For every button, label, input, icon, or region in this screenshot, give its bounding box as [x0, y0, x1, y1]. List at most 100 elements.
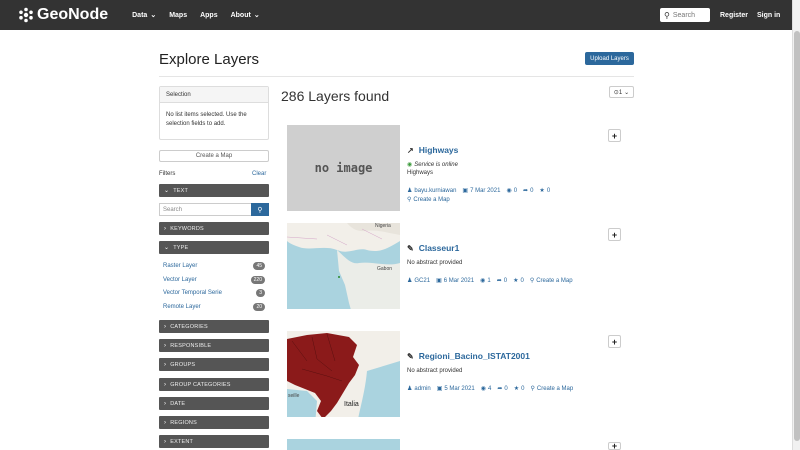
- nav-apps[interactable]: Apps: [200, 12, 218, 19]
- facet-groups[interactable]: › GROUPS: [159, 358, 269, 371]
- type-filter-remote[interactable]: Remote Layer 20: [163, 302, 265, 312]
- owner-link[interactable]: admin: [414, 386, 430, 392]
- geonode-logo-icon: [19, 7, 33, 23]
- rating: 0: [546, 187, 551, 194]
- chevron-right-icon: ›: [164, 400, 167, 407]
- layer-meta: ♟ GC21 ▣ 6 Mar 2021 ◉ 1 ➦ 0 ★ 0 ⚲ Create a Map: [407, 277, 579, 285]
- facet-extent[interactable]: › EXTENT: [159, 435, 269, 448]
- create-map-link[interactable]: Create a Map: [537, 386, 573, 392]
- layer-title[interactable]: ✎ Classeur1: [407, 243, 459, 253]
- share-count: 0: [503, 277, 508, 284]
- layer-abstract: Highways: [407, 170, 434, 176]
- external-link-icon: ↗: [407, 145, 414, 155]
- type-filter-vector[interactable]: Vector Layer 220: [163, 275, 265, 285]
- nav-about-menu[interactable]: About ⌄: [231, 11, 260, 20]
- scrollbar-thumb[interactable]: [794, 31, 800, 441]
- create-map-link[interactable]: Create a Map: [536, 278, 572, 284]
- add-to-cart-button[interactable]: +: [608, 335, 621, 348]
- chevron-right-icon: ›: [164, 419, 167, 426]
- facet-categories[interactable]: › CATEGORIES: [159, 320, 269, 333]
- calendar-icon: ▣: [436, 386, 443, 392]
- eye-icon: ◉: [480, 386, 487, 392]
- layer-title[interactable]: ↗ Highways: [407, 145, 458, 155]
- layer-thumbnail[interactable]: Nigeria Gabon: [287, 223, 400, 309]
- plus-icon: +: [611, 442, 618, 450]
- selection-panel: Selection No list items selected. Use th…: [159, 86, 269, 140]
- add-to-cart-button[interactable]: +: [608, 442, 621, 450]
- nav-search-input[interactable]: ⚲ Search: [660, 8, 710, 22]
- add-to-cart-button[interactable]: +: [608, 228, 621, 241]
- facet-type[interactable]: ⌄ TYPE: [159, 241, 269, 254]
- count-badge: 20: [253, 303, 265, 311]
- star-icon: ★: [513, 386, 520, 392]
- type-filter-raster[interactable]: Raster Layer 45: [163, 261, 265, 271]
- nav-maps[interactable]: Maps: [169, 12, 187, 19]
- rating: 0: [521, 385, 525, 392]
- facet-text[interactable]: ⌄ TEXT: [159, 184, 269, 197]
- layer-date: 6 Mar 2021: [443, 277, 475, 284]
- rating: 0: [520, 277, 524, 284]
- layer-meta: ♟ bayu.kurniawan ▣ 7 Mar 2021 ◉ 0 ➦ 0 ★ 0: [407, 187, 556, 195]
- share-icon: ➦: [496, 278, 502, 284]
- map-label: Gabon: [377, 266, 393, 272]
- chevron-right-icon: ›: [164, 225, 167, 232]
- add-to-cart-button[interactable]: +: [608, 129, 621, 142]
- view-count: 0: [513, 187, 518, 194]
- sort-dropdown[interactable]: ⊙1 ⌄: [609, 86, 634, 98]
- selection-panel-body: No list items selected. Use the selectio…: [166, 112, 247, 127]
- register-link[interactable]: Register: [720, 0, 748, 30]
- owner-link[interactable]: GC21: [414, 278, 430, 284]
- layer-title[interactable]: ✎ Regioni_Bacino_ISTAT2001: [407, 351, 530, 361]
- facet-responsible[interactable]: › RESPONSIBLE: [159, 339, 269, 352]
- upload-layers-button[interactable]: Upload Layers: [585, 52, 634, 65]
- plus-icon: +: [611, 336, 618, 347]
- clear-filters-link[interactable]: Clear: [252, 171, 266, 177]
- layer-thumbnail[interactable]: no image: [287, 125, 400, 211]
- type-filter-vector-temporal[interactable]: Vector Temporal Serie 3: [163, 288, 265, 298]
- page-scrollbar[interactable]: [792, 0, 800, 450]
- page-title: Explore Layers: [159, 51, 260, 68]
- calendar-icon: ▣: [462, 188, 469, 194]
- layer-date: 7 Mar 2021: [470, 187, 501, 194]
- eye-icon: ◉: [506, 188, 512, 194]
- layer-date: 5 Mar 2021: [444, 385, 475, 392]
- map-marker-icon: ⚲: [407, 197, 412, 203]
- brand-logo[interactable]: GeoNode: [18, 6, 108, 24]
- create-map-button[interactable]: Create a Map: [159, 150, 269, 162]
- search-icon: ⚲: [664, 10, 670, 20]
- chevron-down-icon: ⌄: [624, 89, 630, 96]
- chevron-right-icon: ›: [164, 438, 167, 445]
- sign-in-link[interactable]: Sign in: [757, 0, 780, 30]
- edit-icon: ✎: [407, 243, 414, 253]
- create-map-link[interactable]: ⚲ Create a Map: [407, 196, 456, 204]
- count-badge: 220: [250, 276, 265, 284]
- map-label: seille: [288, 393, 300, 399]
- layer-thumbnail[interactable]: Italia seille: [287, 331, 400, 417]
- facet-keywords[interactable]: › KEYWORDS: [159, 222, 269, 235]
- brand-name: GeoNode: [37, 6, 109, 23]
- layer-abstract: No abstract provided: [407, 368, 463, 374]
- nav-data-menu[interactable]: Data ⌄: [132, 11, 157, 20]
- facet-date[interactable]: › DATE: [159, 397, 269, 410]
- top-navbar: GeoNode Data ⌄ Maps Apps About ⌄ ⚲ Search …: [0, 0, 800, 30]
- chevron-down-icon: ⌄: [164, 245, 170, 251]
- map-label: Italia: [344, 401, 359, 408]
- calendar-icon: ▣: [436, 278, 442, 284]
- facet-group-categories[interactable]: › GROUP CATEGORIES: [159, 378, 269, 391]
- map-label: Nigeria: [375, 223, 391, 229]
- check-circle-icon: ◉: [407, 162, 413, 168]
- search-button[interactable]: ⚲: [251, 203, 269, 216]
- facet-regions[interactable]: › REGIONS: [159, 416, 269, 429]
- chevron-down-icon: ⌄: [150, 12, 157, 19]
- text-search-input[interactable]: Search: [159, 203, 251, 216]
- owner-link[interactable]: bayu.kurniawan: [414, 188, 456, 194]
- layer-thumbnail[interactable]: [287, 439, 400, 450]
- layer-abstract: No abstract provided: [407, 260, 463, 266]
- count-badge: 3: [256, 289, 265, 297]
- user-icon: ♟: [407, 188, 413, 194]
- star-icon: ★: [513, 278, 519, 284]
- divider: [159, 76, 634, 77]
- search-icon: ⚲: [257, 206, 263, 214]
- edit-icon: ✎: [407, 351, 414, 361]
- chevron-right-icon: ›: [164, 323, 167, 330]
